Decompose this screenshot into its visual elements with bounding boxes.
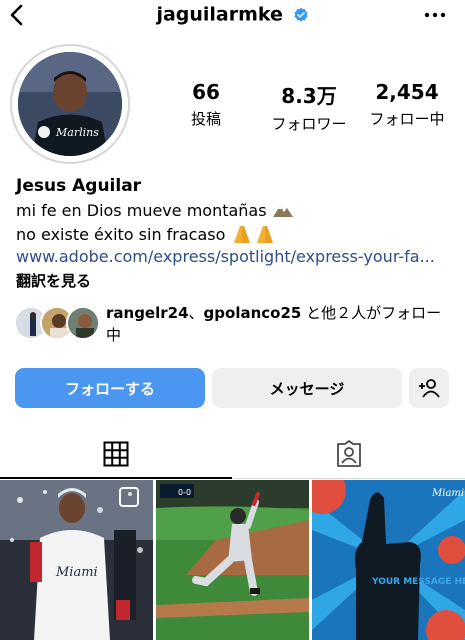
grid-post-1[interactable]: Miami (0, 480, 153, 640)
grid-post-1-badge: Miami (55, 565, 98, 580)
header-username: jaguilarmke (0, 3, 465, 26)
username-label: jaguilarmke (156, 3, 283, 26)
profile-tab-bar (0, 430, 465, 480)
message-button[interactable]: メッセージ (212, 368, 402, 408)
add-person-icon (419, 379, 440, 398)
follow-button[interactable]: フォローする (15, 368, 205, 408)
following-label: フォロー中 (369, 110, 445, 128)
more-options-icon[interactable] (423, 5, 447, 25)
verified-badge-icon (294, 7, 308, 22)
translate-button[interactable]: 翻訳を見る (16, 270, 91, 291)
stat-following[interactable]: 2,454 フォロー中 (357, 80, 457, 129)
mountain-icon (272, 206, 293, 217)
stat-followers[interactable]: 8.3万 フォロワー (259, 80, 359, 134)
followed-by-separator: 、 (188, 304, 204, 322)
mutual-follower-2-name: gpolanco25 (203, 304, 302, 322)
grid-post-2[interactable]: 0-0 (156, 480, 309, 640)
posts-count: 66 (192, 80, 220, 104)
mutual-followers-avatars[interactable] (14, 306, 100, 342)
bio-line-1-text: mi fe en Dios mueve montañas (16, 201, 267, 220)
profile-avatar: Marlins (18, 52, 122, 156)
suggest-people-button[interactable] (409, 368, 449, 408)
grid-post-2-scoreboard: 0-0 (178, 488, 191, 497)
profile-link[interactable]: www.adobe.com/express/spotlight/express-… (16, 247, 456, 266)
svg-text:Marlins: Marlins (55, 126, 99, 139)
grid-post-3-corner-logo: Miami (431, 488, 464, 499)
profile-name: Jesus Aguilar (16, 176, 142, 196)
message-button-label: メッセージ (269, 379, 345, 398)
tagged-person-icon (337, 440, 361, 467)
grid-post-3[interactable]: YOUR MESSAGE HERE Miami (312, 480, 465, 640)
followed-by-text[interactable]: rangelr24、gpolanco25 と他２人がフォロー中 (106, 302, 451, 346)
praying-hands-icon (233, 226, 273, 243)
followers-label: フォロワー (271, 115, 347, 133)
tab-posts-grid[interactable] (0, 430, 232, 479)
bio-line-2-text: no existe éxito sin fracaso (16, 225, 226, 244)
posts-label: 投稿 (190, 110, 221, 128)
bio-line-1: mi fe en Dios mueve montañas (16, 201, 294, 220)
posts-grid: Miami 0-0 YOUR MESSAGE H Miami (0, 480, 465, 640)
followers-count: 8.3万 (281, 84, 337, 108)
grid-icon (103, 441, 129, 466)
bio-line-2: no existe éxito sin fracaso (16, 224, 277, 244)
mutual-follower-1-name: rangelr24 (106, 304, 189, 322)
profile-avatar-ring[interactable]: Marlins (10, 44, 130, 164)
follow-button-label: フォローする (64, 379, 155, 398)
grid-post-3-text: YOUR MESSAGE HERE (371, 577, 465, 587)
tab-tagged[interactable] (233, 430, 465, 479)
mutual-avatar-3 (66, 306, 100, 340)
top-bar: jaguilarmke (0, 0, 465, 34)
following-count: 2,454 (375, 80, 439, 104)
stat-posts[interactable]: 66 投稿 (156, 80, 256, 129)
